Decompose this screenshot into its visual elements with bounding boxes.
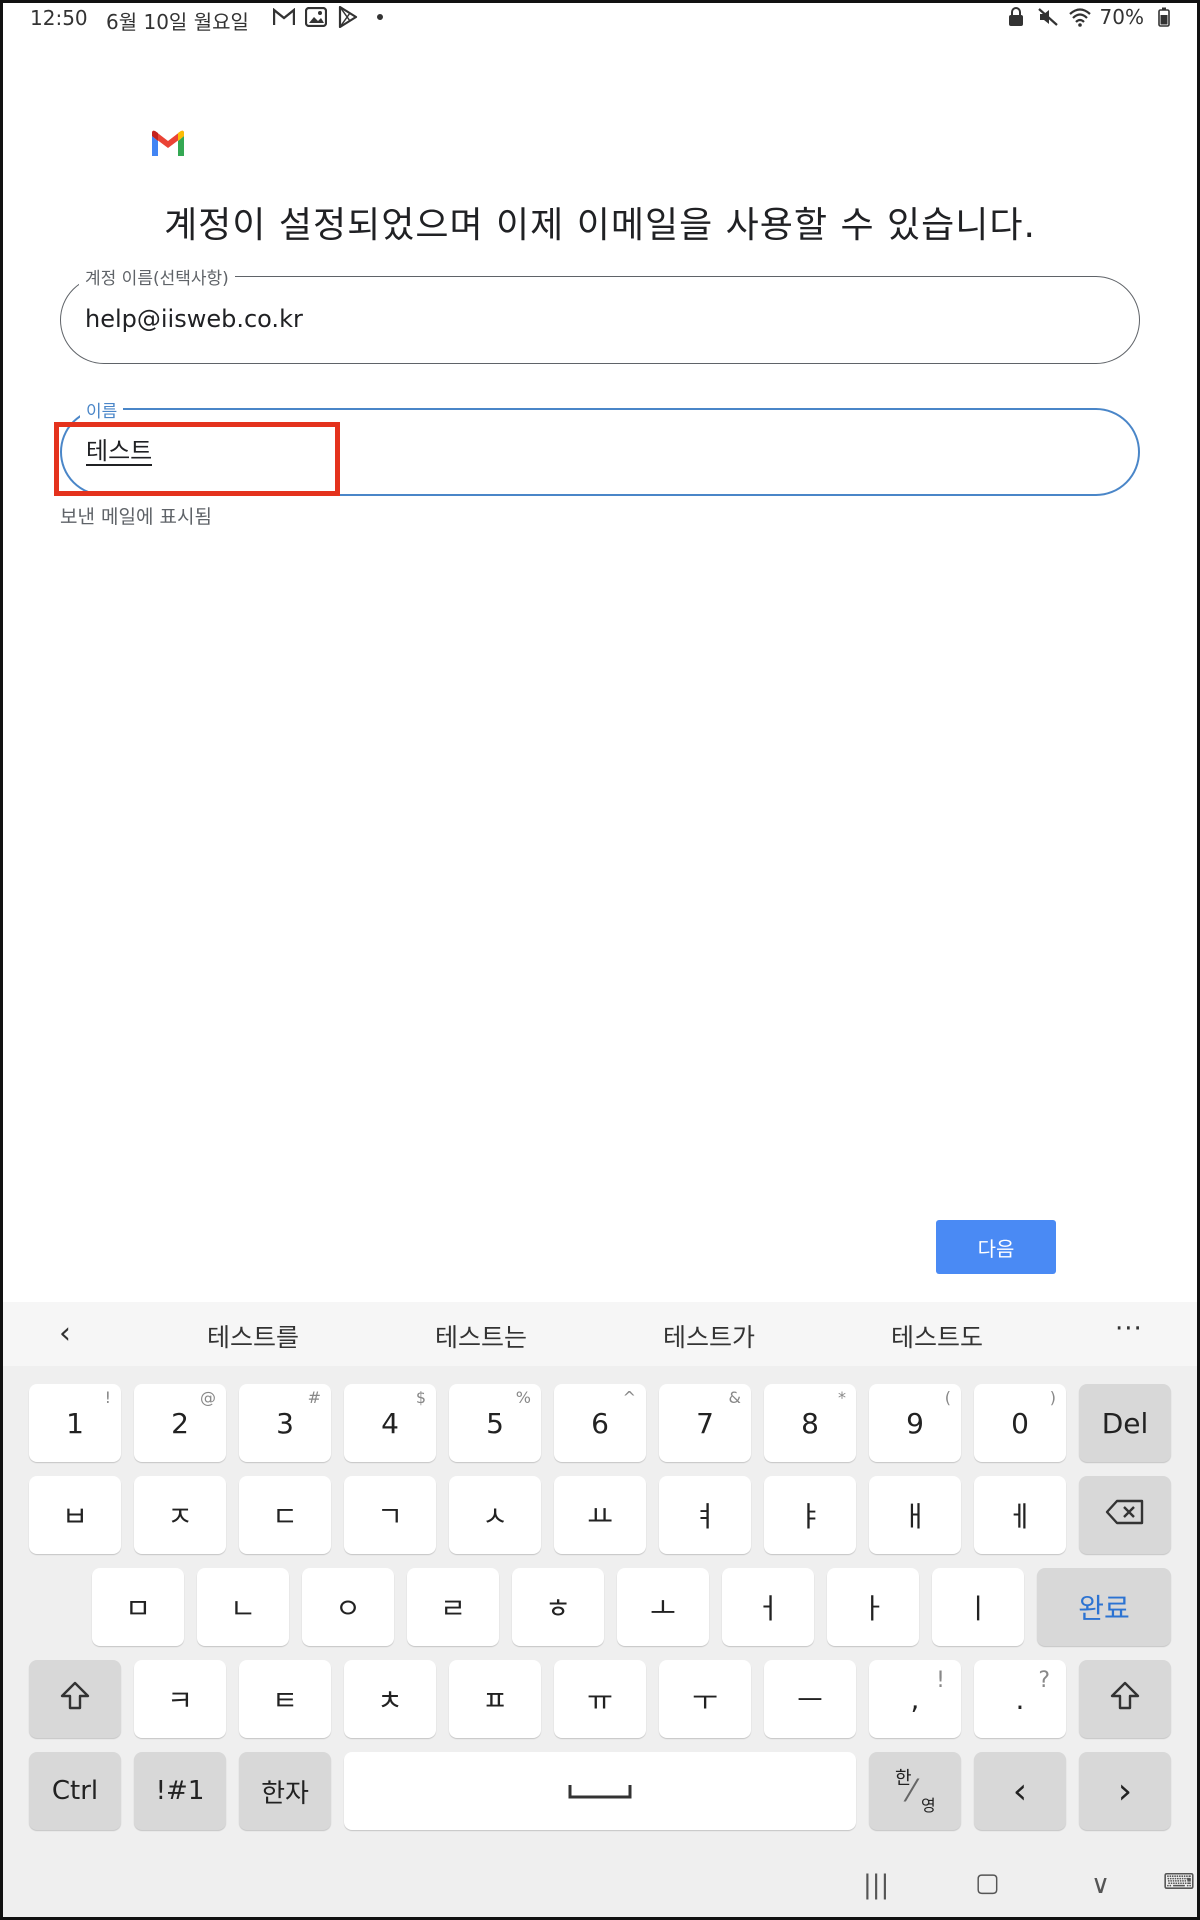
key-ya[interactable]: ㅑ	[764, 1476, 856, 1554]
back-icon[interactable]: ∨	[1091, 1870, 1110, 1900]
suggestion-3[interactable]: 테스트가	[663, 1318, 755, 1354]
account-name-field[interactable]: 계정 이름(선택사항) help@iisweb.co.kr	[60, 264, 1140, 364]
key-o[interactable]: ㅗ	[617, 1568, 709, 1646]
cursor-left-key[interactable]: ‹	[974, 1752, 1066, 1830]
system-icons: 70%	[1004, 5, 1176, 29]
key-8[interactable]: 8 *	[764, 1384, 856, 1462]
key-2[interactable]: 2 @	[134, 1384, 226, 1462]
key-5[interactable]: 5%	[449, 1384, 541, 1462]
keyboard: ‹ 테스트를 테스트는 테스트가 테스트도 ··· 1! 2 @ 3 # 4 $ 5%…	[3, 1302, 1197, 1917]
key-0[interactable]: 0)	[974, 1384, 1066, 1462]
key-yu[interactable]: ㅠ	[554, 1660, 646, 1738]
key-7[interactable]: 7 &	[659, 1384, 751, 1462]
period-key[interactable]: .?	[974, 1660, 1066, 1738]
key-ae[interactable]: ㅐ	[869, 1476, 961, 1554]
key-g[interactable]: ㄱ	[344, 1476, 436, 1554]
language-key[interactable]: 한 ⁄ 영	[869, 1752, 961, 1830]
recents-icon[interactable]: |||	[863, 1870, 889, 1900]
name-helper-text: 보낸 메일에 표시됨	[60, 506, 212, 528]
gallery-icon	[304, 5, 328, 29]
key-r[interactable]: ㄹ	[407, 1568, 499, 1646]
shift-icon	[1109, 1680, 1141, 1719]
del-key[interactable]: Del	[1079, 1384, 1171, 1462]
hanja-key[interactable]: 한자	[239, 1752, 331, 1830]
key-t[interactable]: ㅌ	[239, 1660, 331, 1738]
page-title: 계정이 설정되었으며 이제 이메일을 사용할 수 있습니다.	[164, 205, 1036, 246]
gmail-logo	[150, 130, 186, 158]
ctrl-key[interactable]: Ctrl	[29, 1752, 121, 1830]
account-name-value: help@iisweb.co.kr	[85, 305, 303, 333]
lock-icon	[1004, 5, 1028, 29]
key-yo[interactable]: ㅛ	[554, 1476, 646, 1554]
key-eu[interactable]: ㅡ	[764, 1660, 856, 1738]
backspace-icon	[1105, 1499, 1145, 1532]
key-s[interactable]: ㅅ	[449, 1476, 541, 1554]
space-icon	[568, 1775, 632, 1808]
key-n[interactable]: ㄴ	[197, 1568, 289, 1646]
key-d[interactable]: ㄷ	[239, 1476, 331, 1554]
key-e[interactable]: ㅔ	[974, 1476, 1066, 1554]
key-i[interactable]: ㅣ	[932, 1568, 1024, 1646]
backspace-key[interactable]	[1079, 1476, 1171, 1554]
wifi-icon	[1068, 5, 1092, 29]
suggestion-2[interactable]: 테스트는	[435, 1318, 527, 1354]
keyboard-hide-icon[interactable]: ⌨	[1163, 1870, 1195, 1895]
play-store-icon	[336, 5, 360, 29]
shift-icon	[59, 1680, 91, 1719]
key-yeo[interactable]: ㅕ	[659, 1476, 751, 1554]
suggestion-back-icon[interactable]: ‹	[59, 1316, 71, 1351]
space-key[interactable]	[344, 1752, 856, 1830]
key-j[interactable]: ㅈ	[134, 1476, 226, 1554]
status-time: 12:50	[30, 6, 88, 30]
key-3[interactable]: 3 #	[239, 1384, 331, 1462]
gmail-icon	[272, 5, 296, 29]
key-u[interactable]: ㅜ	[659, 1660, 751, 1738]
mute-icon	[1036, 5, 1060, 29]
key-eo[interactable]: ㅓ	[722, 1568, 814, 1646]
cursor-right-key[interactable]: ›	[1079, 1752, 1171, 1830]
key-1[interactable]: 1!	[29, 1384, 121, 1462]
key-h[interactable]: ㅎ	[512, 1568, 604, 1646]
key-p[interactable]: ㅍ	[449, 1660, 541, 1738]
key-4[interactable]: 4 $	[344, 1384, 436, 1462]
key-ch[interactable]: ㅊ	[344, 1660, 436, 1738]
suggestion-bar: ‹ 테스트를 테스트는 테스트가 테스트도 ···	[3, 1302, 1197, 1366]
shift-key-left[interactable]	[29, 1660, 121, 1738]
key-9[interactable]: 9(	[869, 1384, 961, 1462]
name-label: 이름	[80, 397, 124, 422]
symbol-key[interactable]: !#1	[134, 1752, 226, 1830]
dot-icon	[368, 5, 392, 29]
battery-icon	[1152, 5, 1176, 29]
battery-level: 70%	[1099, 5, 1144, 29]
key-6[interactable]: 6 ^	[554, 1384, 646, 1462]
key-a[interactable]: ㅏ	[827, 1568, 919, 1646]
key-k[interactable]: ㅋ	[134, 1660, 226, 1738]
done-key[interactable]: 완료	[1037, 1568, 1171, 1646]
highlight-annotation	[54, 422, 340, 496]
shift-key-right[interactable]	[1079, 1660, 1171, 1738]
status-date: 6월 10일 월요일	[106, 10, 249, 34]
notification-icons	[272, 5, 392, 29]
status-bar: 12:50 6월 10일 월요일 70%	[0, 0, 1200, 38]
suggestion-1[interactable]: 테스트를	[207, 1318, 299, 1354]
key-m[interactable]: ㅁ	[92, 1568, 184, 1646]
key-b[interactable]: ㅂ	[29, 1476, 121, 1554]
more-suggestions-icon[interactable]: ···	[1115, 1314, 1143, 1344]
comma-key[interactable]: ,!	[869, 1660, 961, 1738]
navigation-bar: ||| ▢ ∨ ⌨	[3, 1862, 1197, 1917]
suggestion-4[interactable]: 테스트도	[891, 1318, 983, 1354]
account-name-label: 계정 이름(선택사항)	[79, 264, 235, 289]
next-button[interactable]: 다음	[936, 1220, 1056, 1274]
home-icon[interactable]: ▢	[975, 1868, 1000, 1898]
key-ng[interactable]: ㅇ	[302, 1568, 394, 1646]
